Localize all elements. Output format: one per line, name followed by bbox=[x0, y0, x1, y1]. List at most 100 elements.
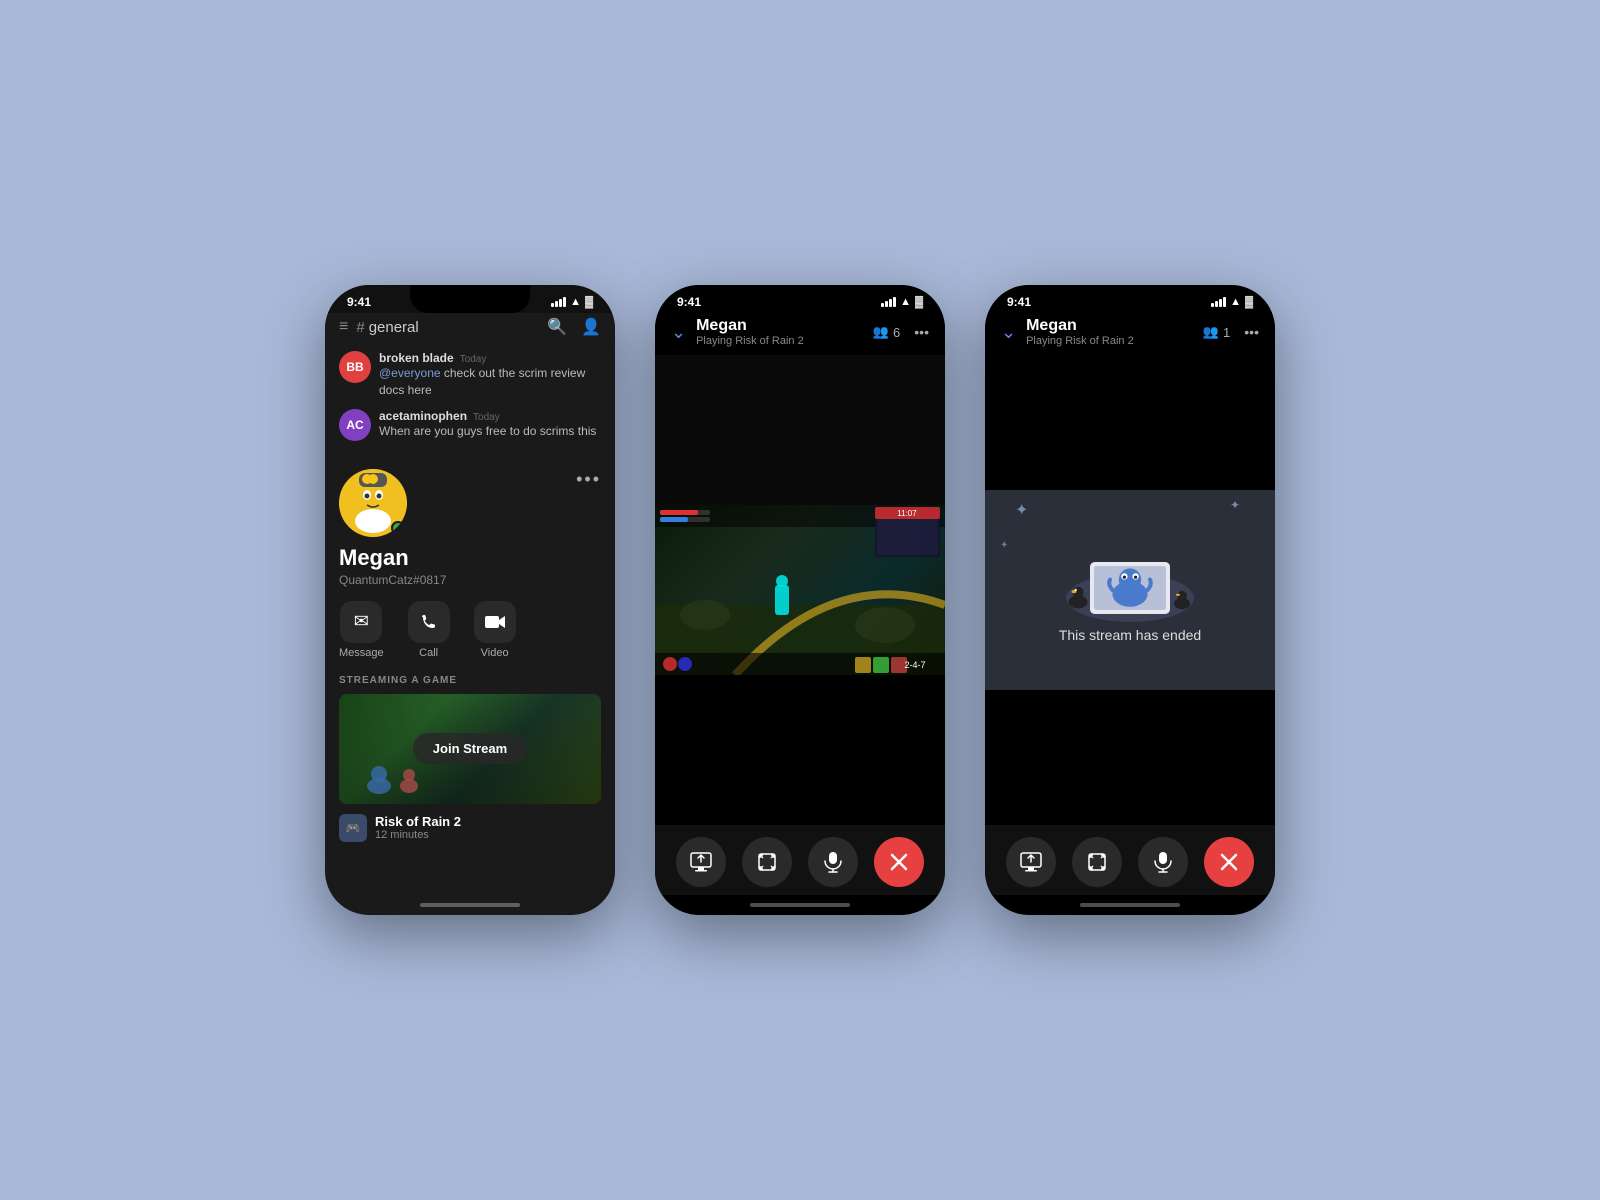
search-icon[interactable]: 🔍 bbox=[547, 317, 567, 337]
stream-thumbnail: Join Stream bbox=[339, 694, 601, 804]
channel-name: # general bbox=[356, 319, 539, 336]
stream-black-bottom bbox=[985, 690, 1275, 825]
header-info-3: Megan Playing Risk of Rain 2 bbox=[1026, 317, 1203, 347]
call-btn[interactable]: Call bbox=[408, 601, 450, 659]
chat-messages: BB broken blade Today @everyone check ou… bbox=[325, 345, 615, 457]
msg-content-1: broken blade Today @everyone check out t… bbox=[379, 351, 601, 399]
header-actions-2: 👥 6 ••• bbox=[873, 324, 929, 340]
join-stream-button[interactable]: Join Stream bbox=[413, 733, 527, 764]
bottom-bar-1 bbox=[325, 895, 615, 915]
signal-icon-3 bbox=[1211, 297, 1226, 307]
more-options-3[interactable]: ••• bbox=[1244, 324, 1259, 340]
profile-avatar bbox=[339, 469, 407, 537]
bottom-bar-3 bbox=[985, 895, 1275, 915]
bottom-bar-2 bbox=[655, 895, 945, 915]
notch-2 bbox=[740, 285, 860, 313]
streaming-section: STREAMING A GAME Join Stream 🎮 Risk bbox=[339, 675, 601, 842]
home-indicator-2 bbox=[750, 903, 850, 907]
call-controls-3 bbox=[985, 825, 1275, 895]
end-call-btn-2[interactable] bbox=[874, 837, 924, 887]
status-icons-1: ▲ ▓ bbox=[551, 296, 593, 308]
mic-btn-2[interactable] bbox=[808, 837, 858, 887]
header-actions-3: 👥 1 ••• bbox=[1203, 324, 1259, 340]
share-screen-btn-2[interactable] bbox=[676, 837, 726, 887]
phone-2: 9:41 ▲ ▓ ⌄ Megan Playing Risk of Rain 2 … bbox=[655, 285, 945, 915]
battery-icon-3: ▓ bbox=[1245, 296, 1253, 308]
game-info: 🎮 Risk of Rain 2 12 minutes bbox=[339, 814, 601, 842]
game-title: Risk of Rain 2 bbox=[375, 814, 461, 829]
message-icon: ✉ bbox=[340, 601, 382, 643]
game-video: 11:07 2-4-7 bbox=[655, 505, 945, 675]
action-buttons: ✉ Message Call Video bbox=[339, 601, 601, 659]
members-icon[interactable]: 👤 bbox=[581, 317, 601, 337]
viewers-count-3: 👥 1 bbox=[1203, 324, 1230, 340]
fullscreen-btn-3[interactable] bbox=[1072, 837, 1122, 887]
signal-icon bbox=[551, 297, 566, 307]
call-header-3: ⌄ Megan Playing Risk of Rain 2 👥 1 ••• bbox=[985, 313, 1275, 355]
fullscreen-btn-2[interactable] bbox=[742, 837, 792, 887]
stream-ended-text: This stream has ended bbox=[1059, 627, 1201, 643]
chat-message-1: BB broken blade Today @everyone check ou… bbox=[339, 351, 601, 399]
streaming-label: STREAMING A GAME bbox=[339, 675, 601, 686]
notch-1 bbox=[410, 285, 530, 313]
battery-icon-2: ▓ bbox=[915, 296, 923, 308]
video-top bbox=[655, 355, 945, 505]
star-icon-3: ✦ bbox=[1000, 540, 1008, 551]
avatar-bb: BB bbox=[339, 351, 371, 383]
battery-icon: ▓ bbox=[585, 296, 593, 308]
caller-status-3: Playing Risk of Rain 2 bbox=[1026, 335, 1203, 347]
caller-name-2: Megan bbox=[696, 317, 873, 335]
viewers-count-2: 👥 6 bbox=[873, 324, 900, 340]
viewers-icon-2: 👥 bbox=[873, 324, 889, 340]
time-badge-1: Today bbox=[460, 354, 487, 365]
signal-icon-2 bbox=[881, 297, 896, 307]
time-3: 9:41 bbox=[1007, 295, 1031, 309]
time-1: 9:41 bbox=[347, 295, 371, 309]
mention-everyone: @everyone bbox=[379, 366, 441, 380]
profile-tag: QuantumCatz#0817 bbox=[339, 573, 601, 587]
home-indicator-1 bbox=[420, 903, 520, 907]
more-button[interactable]: ••• bbox=[576, 469, 601, 490]
status-icons-3: ▲ ▓ bbox=[1211, 296, 1253, 308]
msg-content-2: acetaminophen Today When are you guys fr… bbox=[379, 409, 596, 440]
share-screen-btn-3[interactable] bbox=[1006, 837, 1056, 887]
online-indicator bbox=[391, 521, 405, 535]
video-bottom bbox=[655, 675, 945, 825]
more-options-2[interactable]: ••• bbox=[914, 324, 929, 340]
hash-symbol: # bbox=[356, 319, 364, 336]
video-icon bbox=[474, 601, 516, 643]
video-btn[interactable]: Video bbox=[474, 601, 516, 659]
stream-area-2: 11:07 2-4-7 bbox=[655, 355, 945, 825]
caller-name-3: Megan bbox=[1026, 317, 1203, 335]
chat-message-2: AC acetaminophen Today When are you guys… bbox=[339, 409, 601, 441]
wifi-icon-3: ▲ bbox=[1230, 296, 1241, 308]
star-icon-1: ✦ bbox=[1015, 500, 1028, 520]
call-icon bbox=[408, 601, 450, 643]
viewers-icon-3: 👥 bbox=[1203, 324, 1219, 340]
phone-1: 9:41 ▲ ▓ ≡ # general 🔍 👤 BB bbox=[325, 285, 615, 915]
end-call-btn-3[interactable] bbox=[1204, 837, 1254, 887]
stream-ended-area: ✦ ✦ ✦ bbox=[985, 490, 1275, 690]
mic-btn-3[interactable] bbox=[1138, 837, 1188, 887]
time-badge-2: Today bbox=[473, 412, 500, 423]
game-details: Risk of Rain 2 12 minutes bbox=[375, 814, 461, 841]
notch-3 bbox=[1070, 285, 1190, 313]
time-2: 9:41 bbox=[677, 295, 701, 309]
wifi-icon-2: ▲ bbox=[900, 296, 911, 308]
call-header-2: ⌄ Megan Playing Risk of Rain 2 👥 6 ••• bbox=[655, 313, 945, 355]
svg-text:2-4-7: 2-4-7 bbox=[904, 660, 925, 670]
back-chevron-3[interactable]: ⌄ bbox=[1001, 322, 1016, 343]
phone-3: 9:41 ▲ ▓ ⌄ Megan Playing Risk of Rain 2 … bbox=[985, 285, 1275, 915]
back-chevron-2[interactable]: ⌄ bbox=[671, 322, 686, 343]
call-controls-2 bbox=[655, 825, 945, 895]
header-info-2: Megan Playing Risk of Rain 2 bbox=[696, 317, 873, 347]
avatar-ac: AC bbox=[339, 409, 371, 441]
top-icons: 🔍 👤 bbox=[547, 317, 601, 337]
msg-text-2: When are you guys free to do scrims this bbox=[379, 423, 596, 440]
message-btn[interactable]: ✉ Message bbox=[339, 601, 384, 659]
caller-status-2: Playing Risk of Rain 2 bbox=[696, 335, 873, 347]
profile-name: Megan bbox=[339, 545, 601, 571]
hamburger-icon[interactable]: ≡ bbox=[339, 318, 348, 336]
top-bar-1: ≡ # general 🔍 👤 bbox=[325, 313, 615, 345]
stream-ended-illustration bbox=[1050, 537, 1210, 627]
